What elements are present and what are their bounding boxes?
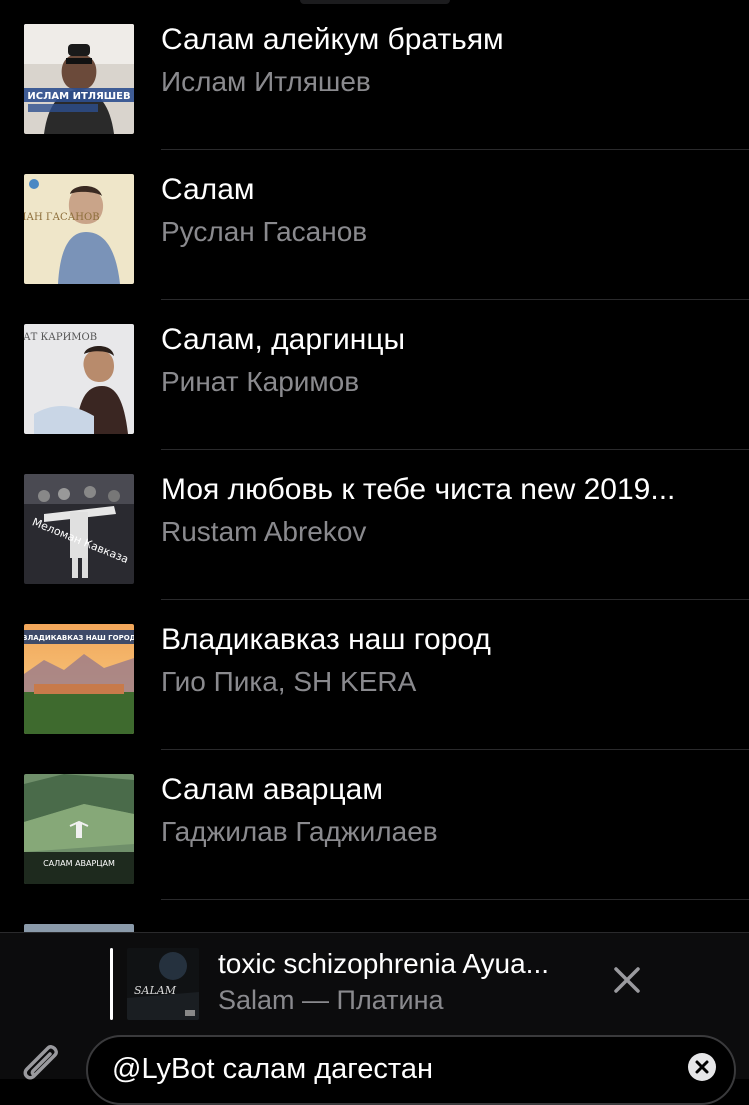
album-cover: ИСЛАМ ИТЛЯШЕВ [24, 24, 134, 134]
track-title: Салам алейкум братьям [161, 23, 504, 56]
result-row[interactable]: Меломан Кавказа Моя любовь к тебе чиста … [0, 450, 749, 600]
message-input[interactable]: @LyBot салам дагестан [86, 1035, 736, 1105]
track-title: Салам [161, 173, 255, 206]
result-row[interactable]: РИНАТ КАРИМОВ Салам, даргинцы Ринат Кари… [0, 300, 749, 450]
album-cover: РУСЛАН ГАСАНОВ [24, 174, 134, 284]
paperclip-icon[interactable] [14, 1038, 70, 1094]
panel-divider [0, 932, 749, 933]
composer-panel: SALAM toxic schizophrenia Ayua... Salam … [0, 932, 749, 1105]
result-row[interactable]: РУСЛАН ГАСАНОВ Салам Руслан Гасанов [0, 150, 749, 300]
album-cover [24, 924, 134, 932]
track-artist: Ринат Каримов [161, 366, 360, 397]
track-title: Салам аварцам [161, 773, 383, 806]
reply-indicator-bar [110, 948, 113, 1020]
track-artist: Гио Пика, SH KERA [161, 666, 417, 697]
message-input-text: @LyBot салам дагестан [112, 1053, 433, 1085]
track-title: Моя любовь к тебе чиста new 2019... [161, 473, 676, 506]
track-artist: Rustam Abrekov [161, 516, 367, 547]
track-artist: Руслан Гасанов [161, 216, 368, 247]
result-row[interactable] [0, 900, 749, 932]
result-row[interactable]: ИСЛАМ ИТЛЯШЕВ Салам алейкум братьям Исла… [0, 0, 749, 150]
reply-album-cover: SALAM [127, 948, 199, 1020]
svg-text:SALAM: SALAM [134, 984, 177, 997]
svg-text:РИНАТ КАРИМОВ: РИНАТ КАРИМОВ [24, 332, 97, 343]
svg-text:ИСЛАМ ИТЛЯШЕВ: ИСЛАМ ИТЛЯШЕВ [27, 91, 130, 102]
svg-text:ВЛАДИКАВКАЗ НАШ ГОРОД: ВЛАДИКАВКАЗ НАШ ГОРОД [24, 634, 134, 642]
reply-subtitle: Salam — Платина [218, 985, 444, 1015]
clear-icon[interactable] [688, 1053, 716, 1081]
album-cover: САЛАМ АВАРЦАМ [24, 774, 134, 884]
search-results-list: ИСЛАМ ИТЛЯШЕВ Салам алейкум братьям Исла… [0, 0, 749, 932]
album-cover: РИНАТ КАРИМОВ [24, 324, 134, 434]
album-cover: ВЛАДИКАВКАЗ НАШ ГОРОД [24, 624, 134, 734]
track-artist: Ислам Итляшев [161, 66, 371, 97]
track-title: Салам, даргинцы [161, 323, 406, 356]
track-artist: Гаджилав Гаджилаев [161, 816, 438, 847]
svg-text:САЛАМ АВАРЦАМ: САЛАМ АВАРЦАМ [43, 859, 115, 868]
track-title: Владикавказ наш город [161, 623, 491, 656]
reply-title: toxic schizophrenia Ayua... [218, 948, 550, 979]
close-icon[interactable] [607, 960, 647, 1000]
result-row[interactable]: ВЛАДИКАВКАЗ НАШ ГОРОД Владикавказ наш го… [0, 600, 749, 750]
svg-text:РУСЛАН ГАСАНОВ: РУСЛАН ГАСАНОВ [24, 212, 100, 223]
album-cover: Меломан Кавказа [24, 474, 134, 584]
result-row[interactable]: САЛАМ АВАРЦАМ Салам аварцам Гаджилав Гад… [0, 750, 749, 900]
